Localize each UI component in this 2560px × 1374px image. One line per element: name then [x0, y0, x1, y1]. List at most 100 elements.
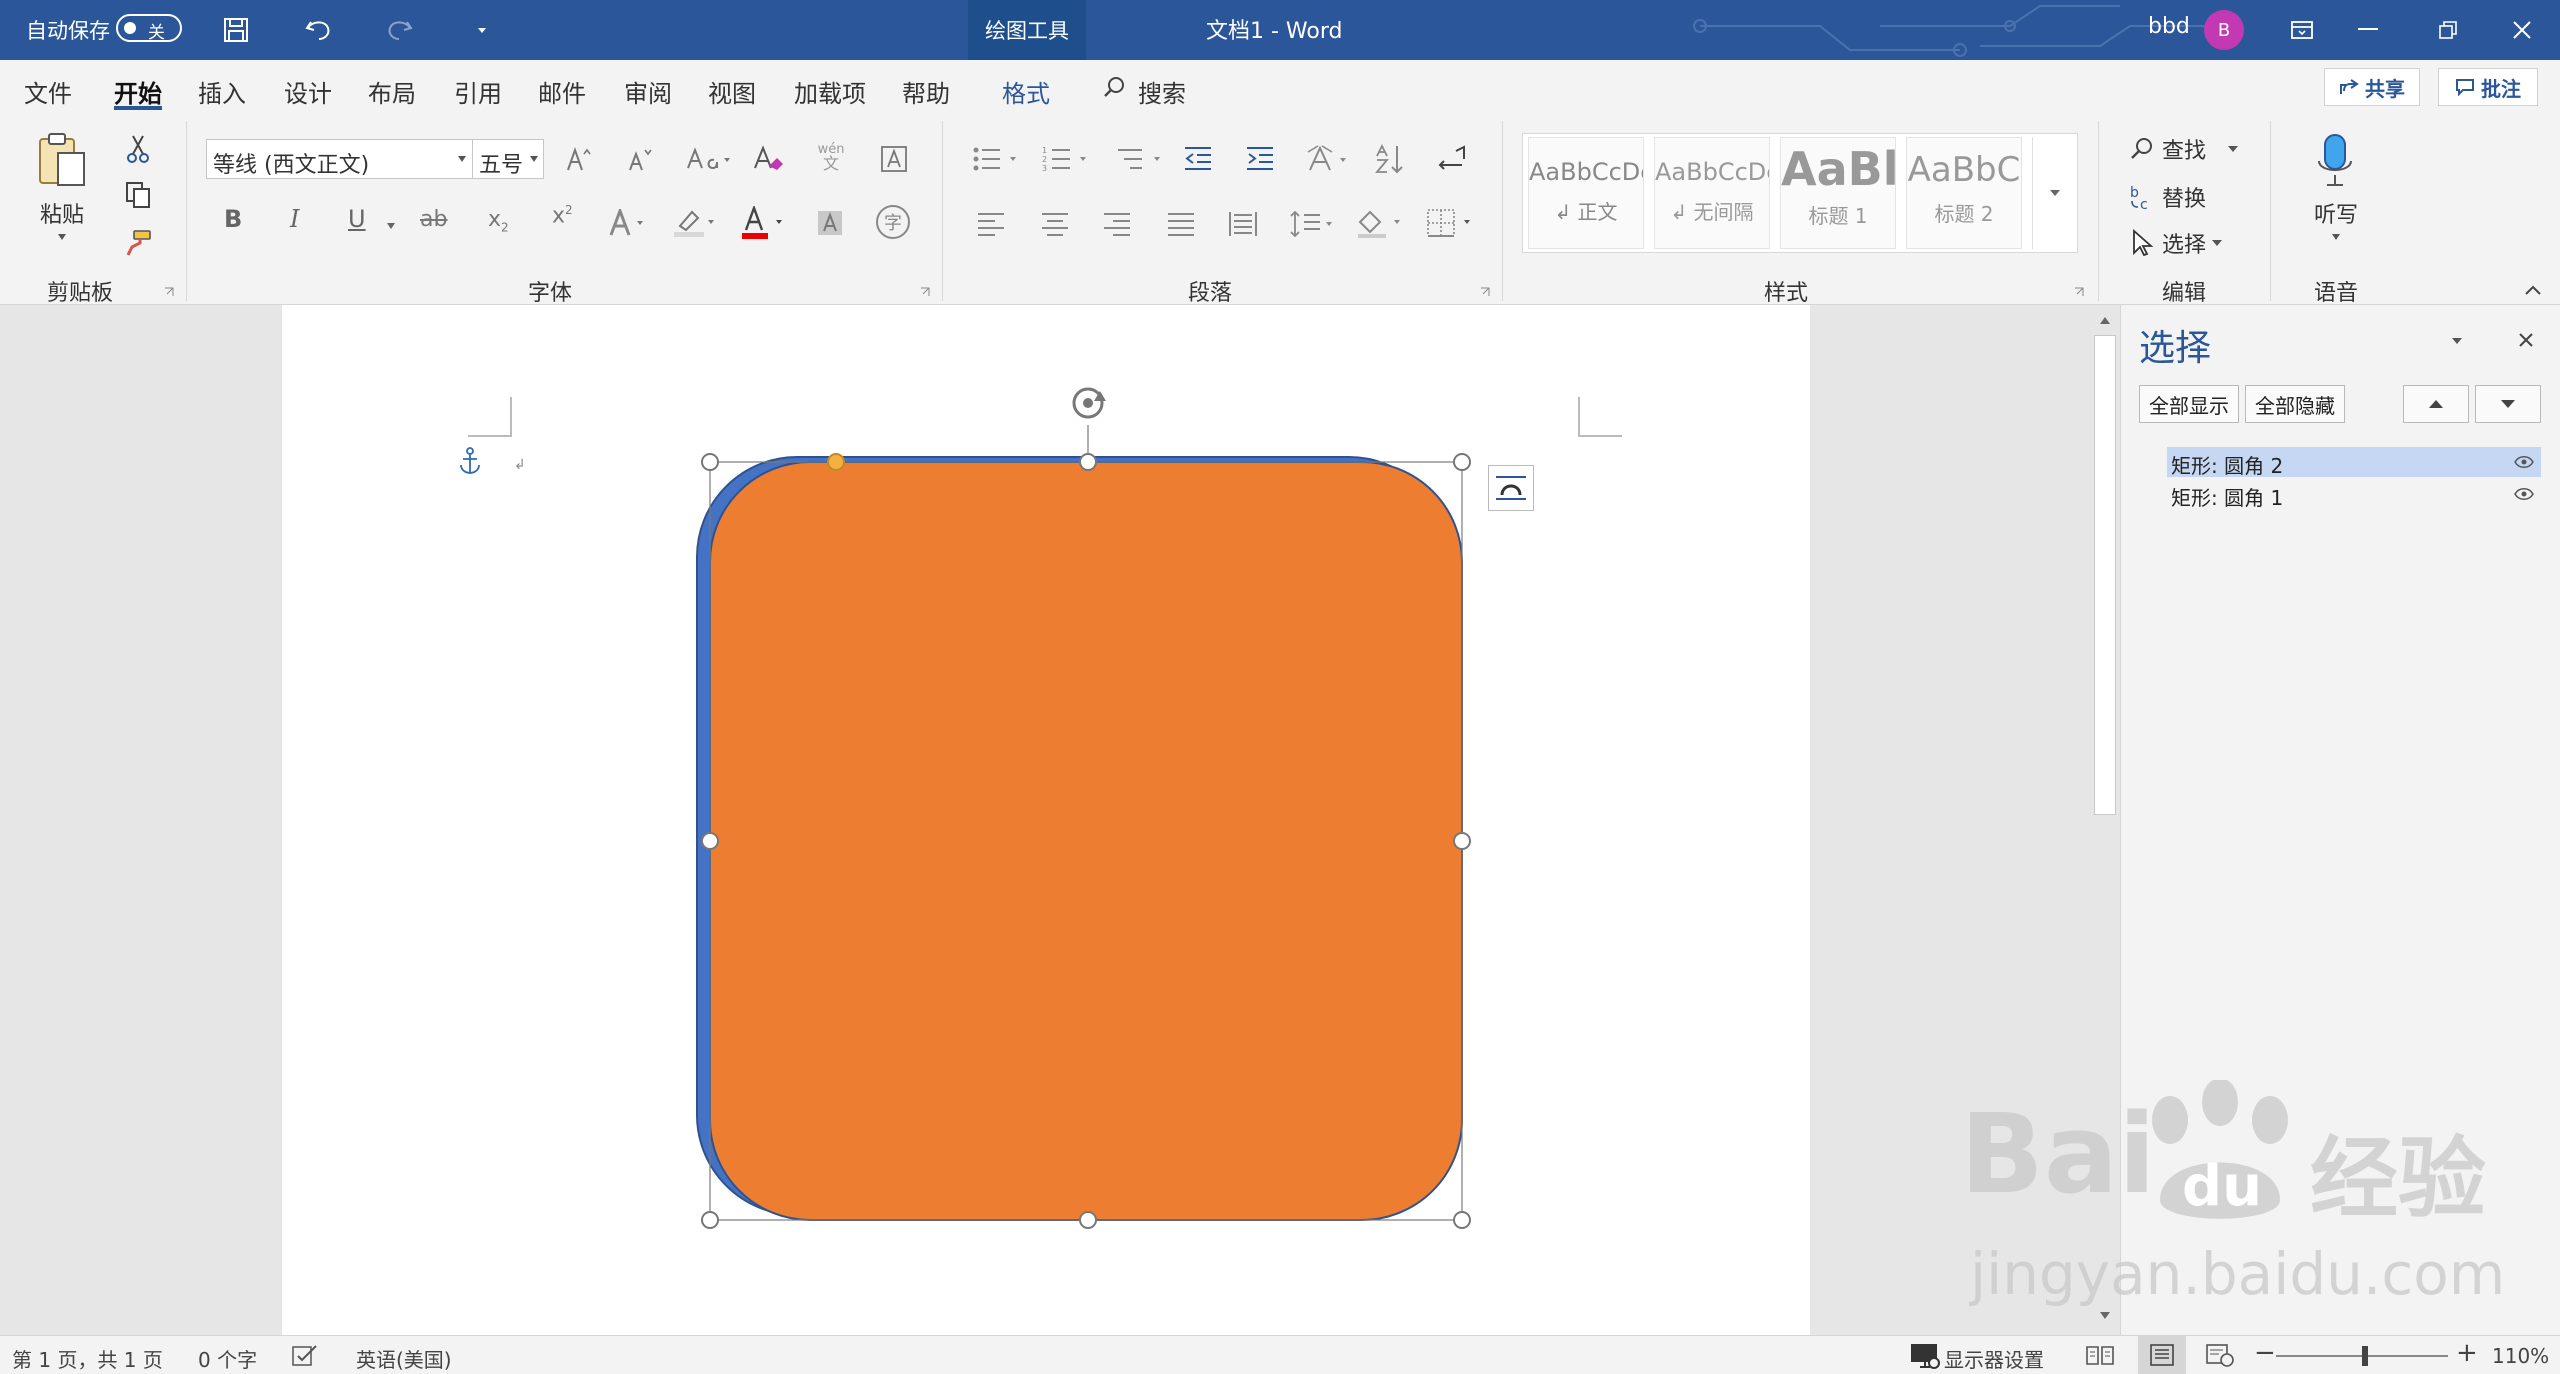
numbering-icon[interactable]: 123	[1040, 141, 1096, 177]
styles-more-icon[interactable]	[2032, 137, 2076, 249]
copy-icon[interactable]	[120, 177, 156, 213]
tab-addins[interactable]: 加载项	[794, 74, 866, 109]
comments-button[interactable]: 批注	[2438, 68, 2538, 106]
close-icon[interactable]	[2506, 14, 2538, 46]
dictate-label[interactable]: 听写	[2314, 197, 2358, 229]
paste-icon[interactable]	[34, 127, 90, 191]
microphone-icon[interactable]	[2312, 131, 2358, 191]
justify-icon[interactable]	[1164, 207, 1198, 241]
search-icon[interactable]	[1100, 73, 1128, 101]
share-button[interactable]: 共享	[2324, 68, 2420, 106]
shrink-font-icon[interactable]	[622, 141, 658, 177]
pane-options-icon[interactable]	[2445, 329, 2469, 353]
tab-review[interactable]: 审阅	[624, 74, 672, 109]
font-launcher-icon[interactable]	[918, 285, 932, 299]
style-normal[interactable]: AaBbCcDc ↲ 正文	[1528, 137, 1644, 249]
minimize-icon[interactable]	[2352, 14, 2384, 46]
web-layout-icon[interactable]	[2200, 1340, 2240, 1370]
phonetic-guide-icon[interactable]: wén 文	[816, 141, 846, 177]
zoom-level[interactable]: 110%	[2492, 1344, 2549, 1368]
list-item[interactable]: 矩形: 圆角 1	[2167, 479, 2541, 510]
paste-dropdown-icon[interactable]	[54, 229, 70, 245]
tab-format[interactable]: 格式	[1002, 74, 1050, 109]
scroll-up-icon[interactable]	[2094, 309, 2116, 331]
format-painter-icon[interactable]	[120, 225, 156, 261]
language[interactable]: 英语(美国)	[356, 1344, 452, 1373]
chinese-layout-icon[interactable]	[1304, 141, 1356, 177]
word-count[interactable]: 0 个字	[198, 1344, 257, 1373]
paste-label[interactable]: 粘贴	[40, 197, 84, 229]
replace-button[interactable]: bc 替换	[2128, 177, 2268, 217]
document-page[interactable]: ↲	[282, 305, 1810, 1335]
select-button[interactable]: 选择	[2128, 223, 2268, 263]
character-shading-icon[interactable]	[814, 207, 846, 239]
adjust-radius-handle[interactable]	[827, 453, 845, 471]
align-right-icon[interactable]	[1100, 207, 1134, 241]
highlight-color-icon[interactable]	[670, 205, 720, 241]
decrease-indent-icon[interactable]	[1180, 141, 1216, 177]
bring-forward-button[interactable]	[2403, 385, 2469, 423]
zoom-slider-thumb[interactable]	[2362, 1346, 2368, 1366]
bullets-icon[interactable]	[970, 141, 1026, 177]
font-size-combobox[interactable]: 五号	[472, 139, 544, 179]
tab-view[interactable]: 视图	[708, 74, 756, 109]
multilevel-list-icon[interactable]	[1114, 141, 1170, 177]
find-button[interactable]: 查找	[2128, 129, 2268, 169]
bold-icon[interactable]: B	[224, 205, 242, 233]
zoom-in-button[interactable]: +	[2456, 1338, 2478, 1368]
style-heading-1[interactable]: AaBl 标题 1	[1780, 137, 1896, 249]
send-backward-button[interactable]	[2475, 385, 2541, 423]
autosave-toggle[interactable]: 关	[116, 14, 182, 43]
underline-dropdown-icon[interactable]	[384, 219, 398, 233]
change-case-icon[interactable]	[684, 141, 736, 177]
italic-icon[interactable]: I	[290, 205, 299, 233]
style-heading-2[interactable]: AaBbC 标题 2	[1906, 137, 2022, 249]
display-settings-label[interactable]: 显示器设置	[1944, 1344, 2044, 1373]
line-spacing-icon[interactable]	[1288, 207, 1340, 241]
style-no-spacing[interactable]: AaBbCcDc ↲ 无间隔	[1654, 137, 1770, 249]
strikethrough-icon[interactable]: ab	[420, 207, 447, 232]
ribbon-display-options-icon[interactable]	[2286, 16, 2318, 44]
superscript-icon[interactable]: x2	[552, 203, 573, 228]
tab-references[interactable]: 引用	[454, 74, 502, 109]
cut-icon[interactable]	[120, 131, 156, 167]
underline-icon[interactable]: U	[348, 205, 366, 233]
read-mode-icon[interactable]	[2080, 1340, 2120, 1370]
collapse-ribbon-icon[interactable]	[2520, 279, 2546, 301]
display-settings-icon[interactable]	[1908, 1342, 1942, 1370]
print-layout-icon[interactable]	[2138, 1336, 2186, 1374]
layout-options-icon[interactable]	[1488, 465, 1534, 511]
align-center-icon[interactable]	[1038, 207, 1072, 241]
page-info[interactable]: 第 1 页，共 1 页	[12, 1344, 163, 1373]
avatar[interactable]: B	[2204, 10, 2244, 50]
rounded-rectangle-2[interactable]	[709, 461, 1463, 1221]
rotate-handle-icon[interactable]	[1072, 387, 1106, 419]
tab-layout[interactable]: 布局	[368, 74, 416, 109]
paragraph-launcher-icon[interactable]	[1478, 285, 1492, 299]
restore-icon[interactable]	[2432, 14, 2464, 46]
shading-icon[interactable]	[1354, 205, 1410, 241]
show-hide-marks-icon[interactable]	[1434, 141, 1470, 177]
pane-close-icon[interactable]	[2511, 325, 2541, 355]
list-item[interactable]: 矩形: 圆角 2	[2167, 447, 2541, 478]
clear-formatting-icon[interactable]	[748, 141, 788, 177]
tab-help[interactable]: 帮助	[902, 74, 950, 109]
tab-home[interactable]: 开始	[114, 74, 162, 109]
proofing-icon[interactable]	[290, 1342, 320, 1368]
grow-font-icon[interactable]	[560, 141, 596, 177]
character-border-icon[interactable]	[876, 141, 912, 177]
save-icon[interactable]	[218, 12, 254, 48]
font-name-combobox[interactable]: 等线 (西文正文)	[206, 139, 474, 179]
clipboard-launcher-icon[interactable]	[162, 285, 176, 299]
distributed-icon[interactable]	[1226, 207, 1260, 241]
undo-icon[interactable]	[300, 12, 336, 48]
tab-mailings[interactable]: 邮件	[538, 74, 586, 109]
align-left-icon[interactable]	[974, 207, 1008, 241]
subscript-icon[interactable]: x2	[488, 207, 509, 234]
hide-all-button[interactable]: 全部隐藏	[2245, 385, 2345, 423]
tab-file[interactable]: 文件	[24, 74, 72, 109]
text-effects-icon[interactable]	[606, 205, 652, 241]
increase-indent-icon[interactable]	[1242, 141, 1278, 177]
dictate-dropdown-icon[interactable]	[2328, 229, 2344, 245]
zoom-out-button[interactable]: −	[2254, 1338, 2276, 1368]
